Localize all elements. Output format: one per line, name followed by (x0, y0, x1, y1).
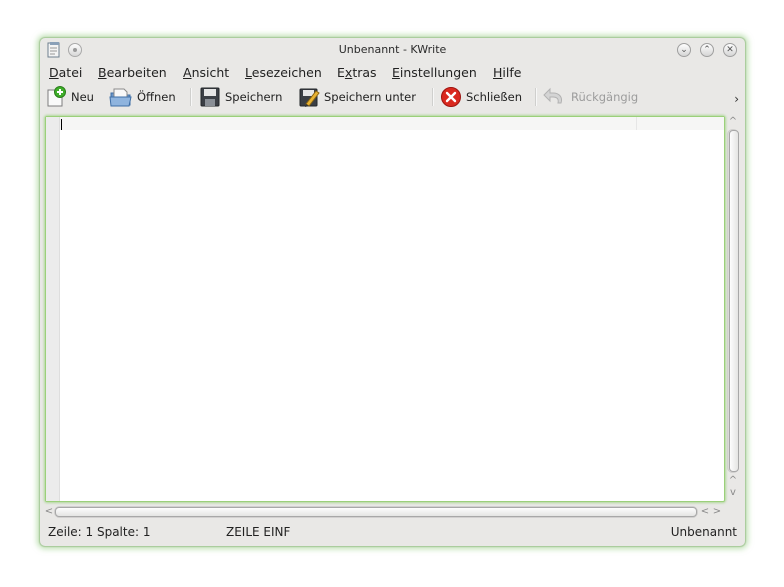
scroll-up-arrow-icon[interactable]: ^ (726, 475, 740, 486)
current-line-highlight (60, 117, 724, 130)
menu-label: ilfe (502, 65, 522, 80)
menu-mnemonic: D (49, 65, 59, 80)
close-icon (441, 87, 461, 107)
menu-mnemonic: H (493, 65, 503, 80)
word-wrap-marker (636, 117, 637, 130)
save-as-button[interactable]: Speichern unter (298, 86, 416, 108)
menu-mnemonic: L (245, 65, 252, 80)
undo-icon (543, 87, 562, 104)
menu-label: nsicht (191, 65, 230, 80)
cursor-position: Zeile: 1 Spalte: 1 (48, 525, 151, 539)
title-bar[interactable]: Unbenannt - KWrite ⌄ ⌃ ✕ (40, 38, 745, 62)
save-as-icon (299, 88, 320, 107)
kwrite-window: Unbenannt - KWrite ⌄ ⌃ ✕ Datei Bearbeite… (40, 38, 745, 546)
menu-extras[interactable]: Extras (337, 65, 377, 80)
window-title: Unbenannt - KWrite (338, 43, 447, 56)
open-folder-icon (109, 88, 132, 107)
text-cursor (61, 119, 62, 130)
undo-button-label: Rückgängig (571, 90, 639, 104)
menu-label: atei (58, 65, 83, 80)
menu-einstellungen[interactable]: Einstellungen (392, 65, 477, 80)
menu-datei[interactable]: Datei (49, 65, 82, 80)
save-button-label: Speichern (225, 90, 283, 104)
new-button[interactable]: Neu (45, 86, 94, 108)
main-toolbar: Neu Öffnen Speichern Speichern unter Sch… (40, 83, 745, 111)
open-button[interactable]: Öffnen (109, 86, 176, 108)
scroll-right-arrow-icon[interactable]: > (710, 506, 724, 517)
menu-lesezeichen[interactable]: Lesezeichen (245, 65, 322, 80)
floppy-disk-icon (200, 87, 220, 107)
close-document-button-label: Schließen (466, 90, 522, 104)
close-window-button[interactable]: ✕ (723, 43, 737, 57)
menu-label-prefix: E (337, 65, 345, 80)
vertical-scroll-thumb[interactable] (729, 130, 739, 472)
scroll-up-arrow-icon[interactable]: ^ (726, 116, 740, 127)
maximize-button[interactable]: ⌃ (700, 43, 714, 57)
menu-label: esezeichen (251, 65, 322, 80)
close-document-button[interactable]: Schließen (440, 86, 522, 108)
menu-ansicht[interactable]: Ansicht (183, 65, 229, 80)
horizontal-scroll-thumb[interactable] (55, 507, 697, 517)
line-gutter (46, 117, 60, 501)
vertical-scrollbar[interactable]: ^ ^ v (726, 116, 740, 504)
scroll-down-arrow-icon[interactable]: v (726, 487, 740, 498)
horizontal-scrollbar[interactable]: < < > (45, 505, 745, 519)
document-name: Unbenannt (670, 525, 737, 539)
toolbar-overflow-button[interactable]: › (734, 92, 739, 106)
menu-label: earbeiten (106, 65, 167, 80)
open-button-label: Öffnen (137, 90, 176, 104)
vertical-scroll-track[interactable] (727, 129, 739, 473)
menu-label: tras (352, 65, 377, 80)
insert-mode-indicator[interactable]: ZEILE EINF (226, 525, 290, 539)
menu-label: instellungen (399, 65, 477, 80)
minimize-button[interactable]: ⌄ (677, 43, 691, 57)
new-button-label: Neu (71, 90, 94, 104)
save-as-button-label: Speichern unter (324, 90, 416, 104)
menu-bearbeiten[interactable]: Bearbeiten (98, 65, 167, 80)
toolbar-separator (432, 88, 434, 106)
menu-hilfe[interactable]: Hilfe (493, 65, 521, 80)
menu-mnemonic: A (183, 65, 192, 80)
menu-mnemonic: E (392, 65, 400, 80)
status-bar: Zeile: 1 Spalte: 1 ZEILE EINF Unbenannt (40, 522, 745, 544)
menu-bar: Datei Bearbeiten Ansicht Lesezeichen Ext… (40, 62, 745, 83)
menu-mnemonic: B (98, 65, 107, 80)
new-document-icon (47, 86, 66, 107)
save-button[interactable]: Speichern (199, 86, 282, 108)
horizontal-scroll-track[interactable] (54, 506, 698, 518)
undo-button[interactable]: Rückgängig (543, 86, 638, 108)
toolbar-separator (190, 88, 192, 106)
toolbar-separator (535, 88, 537, 106)
text-editor-area[interactable] (45, 116, 725, 502)
